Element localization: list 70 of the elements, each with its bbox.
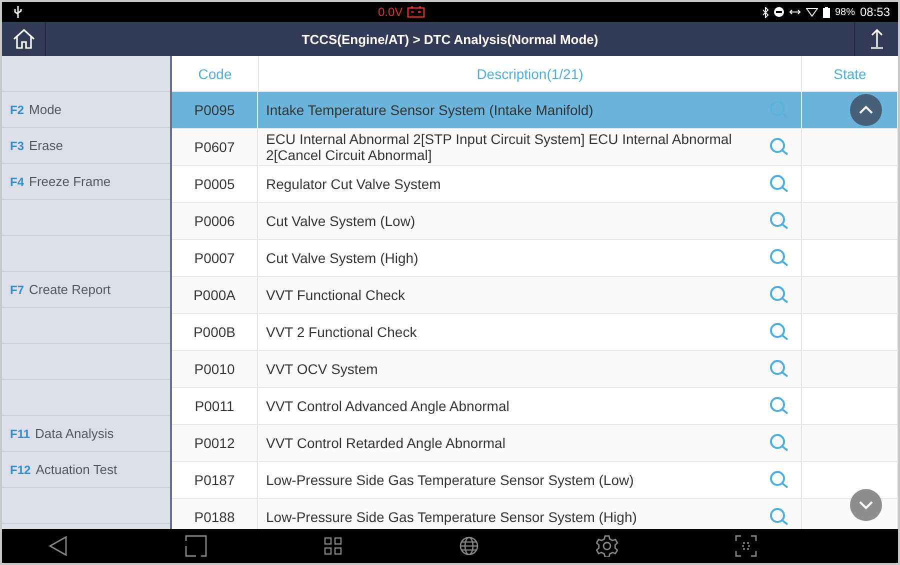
description-cell: Cut Valve System (Low) — [266, 213, 416, 229]
window-title: TCCS(Engine/AT) > DTC Analysis(Normal Mode) — [300, 32, 600, 46]
clock-time: 08:53 — [860, 5, 890, 19]
code-cell: P0607 — [194, 139, 235, 155]
description-cell: Low-Pressure Side Gas Temperature Sensor System (Low) — [266, 472, 634, 488]
code-cell: P0010 — [194, 361, 235, 377]
description-cell: VVT OCV System — [266, 361, 378, 377]
code-cell: P000A — [193, 287, 236, 303]
search-icon[interactable] — [769, 507, 789, 527]
column-header: Description(1/21) — [259, 56, 802, 91]
wifi-icon — [806, 7, 818, 17]
description-cell: Cut Valve System (High) — [266, 250, 418, 266]
home-icon — [12, 28, 36, 50]
code-cell: P000B — [193, 324, 236, 340]
code-cell: P0006 — [194, 213, 235, 229]
search-icon[interactable] — [769, 174, 789, 194]
code-cell: P0011 — [194, 398, 234, 414]
table-row[interactable]: P0095 Intake Temperature Sensor System (Intake Manifold) — [172, 92, 898, 129]
grid-icon[interactable] — [324, 537, 342, 555]
voltage-reading: 0.0V — [378, 5, 403, 19]
search-icon[interactable] — [769, 359, 789, 379]
table-row[interactable]: P0007 Cut Valve System (High) — [172, 240, 898, 277]
bluetooth-icon — [762, 6, 769, 18]
search-icon[interactable] — [769, 211, 789, 231]
screenshot-icon[interactable] — [735, 535, 757, 557]
data-transfer-icon — [788, 8, 801, 16]
table-row[interactable]: P0188 Low-Pressure Side Gas Temperature Sensor System (High) — [172, 499, 898, 529]
description-cell: VVT Functional Check — [266, 287, 406, 303]
battery-icon — [822, 6, 830, 18]
search-icon[interactable] — [769, 433, 789, 453]
back-icon[interactable] — [48, 535, 68, 557]
code-cell: P0187 — [194, 472, 235, 488]
table-row[interactable]: P0187 Low-Pressure Side Gas Temperature Sensor System (Low) — [172, 462, 898, 499]
table-row[interactable]: P0006 Cut Valve System (Low) — [172, 203, 898, 240]
table-row[interactable]: P0010 VVT OCV System — [172, 351, 898, 388]
upload-arrow-icon — [868, 28, 884, 50]
code-cell: P0007 — [194, 250, 235, 266]
globe-icon[interactable] — [459, 536, 479, 556]
description-cell: VVT Control Retarded Angle Abnormal — [266, 435, 506, 451]
description-cell: VVT Control Advanced Angle Abnormal — [266, 398, 510, 414]
code-cell: P0095 — [194, 102, 235, 118]
chevron-down-icon — [858, 500, 874, 510]
table-row[interactable]: P0012 VVT Control Retarded Angle Abnormal — [172, 425, 898, 462]
description-cell: Regulator Cut Valve System — [266, 176, 441, 192]
table-row[interactable]: P000B VVT 2 Functional Check — [172, 314, 898, 351]
code-cell: P0188 — [194, 509, 235, 525]
code-cell: P0012 — [194, 435, 235, 451]
battery-warning-icon — [406, 6, 425, 18]
table-row[interactable]: P0607 ECU Internal Abnormal 2[STP Input Circuit System] ECU Internal Abnormal 2[Cancel Circuit Abnormal] — [172, 129, 898, 166]
chevron-up-icon — [858, 105, 874, 115]
description-cell: Intake Temperature Sensor System (Intake Manifold) — [266, 102, 594, 118]
battery-percentage: 98% — [834, 6, 855, 18]
search-icon[interactable] — [769, 137, 789, 157]
description-cell: Low-Pressure Side Gas Temperature Sensor System (High) — [266, 509, 637, 525]
description-cell-text: ECU Internal Abnormal 2[STP Input Circuit System] ECU Internal Abnormal 2[Cancel Circuit Abnormal] — [266, 131, 733, 163]
settings-icon[interactable] — [596, 535, 618, 557]
column-header: Code — [172, 56, 259, 91]
usb-icon — [14, 6, 22, 18]
code-cell: P0005 — [194, 176, 235, 192]
search-icon[interactable] — [769, 285, 789, 305]
table-row[interactable]: P0005 Regulator Cut Valve System — [172, 166, 898, 203]
search-icon[interactable] — [769, 248, 789, 268]
column-header: State — [832, 64, 868, 84]
search-icon[interactable] — [769, 470, 789, 490]
description-cell: VVT 2 Functional Check — [266, 324, 417, 340]
table-row[interactable]: P000A VVT Functional Check — [172, 277, 898, 314]
search-icon[interactable] — [769, 322, 789, 342]
search-icon[interactable] — [769, 396, 789, 416]
do-not-disturb-icon — [774, 7, 784, 17]
table-row[interactable]: P0011 VVT Control Advanced Angle Abnormal — [172, 388, 898, 425]
